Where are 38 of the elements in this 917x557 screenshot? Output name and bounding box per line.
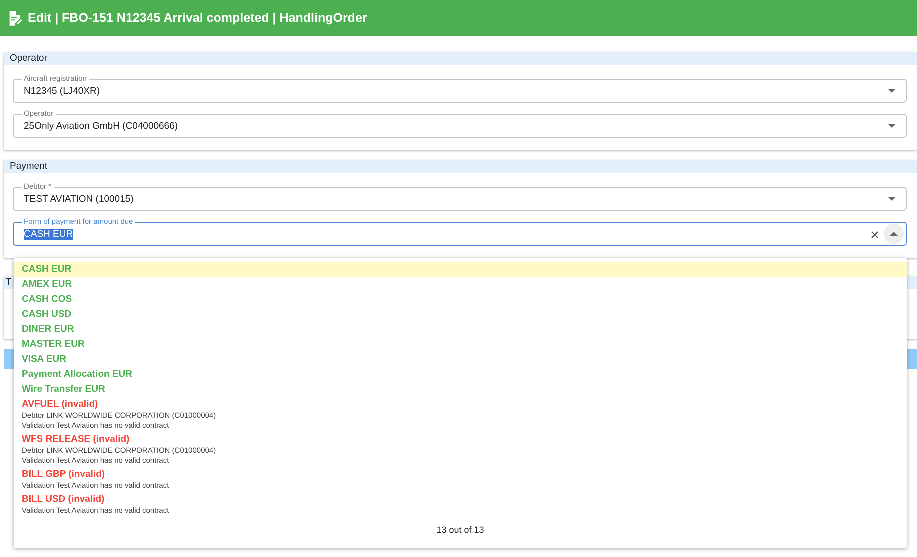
- option-label: CASH COS: [22, 293, 74, 306]
- dropdown-option[interactable]: Payment Allocation EUR: [14, 367, 907, 382]
- close-icon[interactable]: [871, 231, 879, 239]
- section-title: Payment: [10, 161, 48, 172]
- option-label: BILL USD (invalid): [22, 493, 106, 506]
- option-label: Payment Allocation EUR: [22, 368, 134, 381]
- section-title: T: [6, 277, 12, 288]
- caret-down-icon[interactable]: [888, 124, 896, 128]
- option-label: WFS RELEASE (invalid): [22, 433, 131, 446]
- field-value: TEST AVIATION (100015): [24, 194, 134, 204]
- dropdown-option[interactable]: DINER EUR: [14, 322, 907, 337]
- edit-document-icon: [9, 10, 22, 26]
- option-label: VISA EUR: [22, 353, 68, 366]
- option-label: AMEX EUR: [22, 278, 74, 291]
- dropdown-option[interactable]: CASH COS: [14, 292, 907, 307]
- field-value: 25Only Aviation GmbH (C04000666): [24, 120, 178, 132]
- dropdown-option[interactable]: Wire Transfer EUR: [14, 382, 907, 397]
- option-label: DINER EUR: [22, 323, 76, 336]
- dropdown-option[interactable]: MASTER EUR: [14, 337, 907, 352]
- dropdown-option[interactable]: CASH USD: [14, 307, 907, 322]
- caret-down-icon[interactable]: [888, 89, 896, 93]
- option-label: MASTER EUR: [22, 338, 86, 351]
- option-label: Wire Transfer EUR: [22, 383, 106, 396]
- dropdown-option[interactable]: VISA EUR: [14, 352, 907, 367]
- field-value: CASH EUR: [24, 228, 74, 240]
- option-label: BILL GBP (invalid): [22, 468, 106, 481]
- collapse-button[interactable]: [884, 224, 904, 244]
- field-value: N12345 (LJ40XR): [24, 86, 100, 96]
- caret-up-icon: [890, 232, 898, 236]
- option-label: AVFUEL (invalid): [22, 398, 100, 411]
- dropdown-option[interactable]: AMEX EUR: [14, 277, 907, 292]
- caret-down-icon[interactable]: [888, 197, 896, 201]
- result-count: 13 out of 13: [436, 525, 486, 535]
- dropdown-option[interactable]: CASH EUR: [14, 262, 907, 277]
- section-title: Operator: [10, 53, 48, 64]
- option-label: CASH EUR: [22, 263, 73, 276]
- window-title: Edit | FBO-151 N12345 Arrival completed | HandlingOrder: [28, 11, 368, 25]
- option-label: CASH USD: [22, 308, 73, 321]
